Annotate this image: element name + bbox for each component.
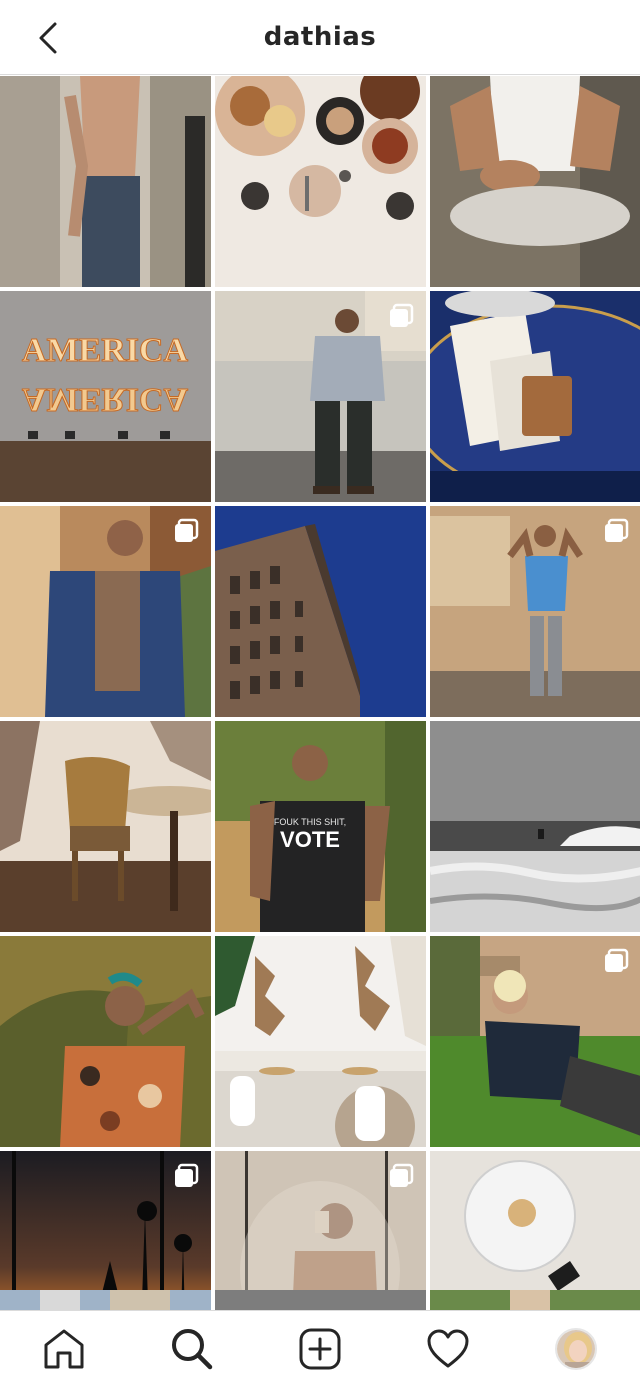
post-sunset-palms[interactable] — [0, 1151, 211, 1310]
post-rattan-chair[interactable] — [0, 721, 211, 932]
post-mirror-selfie[interactable] — [215, 1151, 426, 1310]
bottom-tab-bar — [0, 1310, 640, 1386]
profile-tab[interactable] — [544, 1317, 608, 1381]
search-tab[interactable] — [160, 1317, 224, 1381]
post-partial-1[interactable] — [0, 1290, 211, 1310]
post-image — [215, 506, 426, 717]
post-building-sky[interactable] — [215, 506, 426, 717]
post-image — [0, 721, 211, 932]
multiple-photos-icon — [605, 948, 629, 972]
post-image: AMERICA AMERICA — [0, 291, 211, 502]
top-bar: dathias — [0, 0, 640, 75]
multiple-photos-icon — [390, 303, 414, 327]
multiple-photos-icon — [390, 1163, 414, 1187]
post-shirtless-doorway[interactable] — [0, 76, 211, 287]
post-vote-shirt[interactable]: FOUK THIS SHIT, VOTE — [215, 721, 426, 932]
post-food-table[interactable] — [215, 76, 426, 287]
avatar — [555, 1327, 597, 1370]
home-icon — [44, 1329, 84, 1368]
post-image — [0, 76, 211, 287]
heart-icon — [427, 1329, 469, 1367]
neon-text-reflection: AMERICA — [22, 381, 189, 418]
back-button[interactable] — [30, 18, 66, 58]
chevron-left-icon — [39, 22, 57, 54]
post-surfer-ocean[interactable] — [430, 721, 640, 932]
shirt-text: VOTE — [280, 827, 340, 852]
post-white-interior[interactable] — [215, 936, 426, 1147]
post-image — [0, 936, 211, 1147]
post-glass-table-feet[interactable] — [430, 1151, 640, 1310]
multiple-photos-icon — [605, 518, 629, 542]
post-image — [215, 76, 426, 287]
post-image — [430, 721, 640, 932]
post-image — [0, 1290, 211, 1310]
post-image — [430, 76, 640, 287]
post-puffer-jacket[interactable] — [0, 506, 211, 717]
multiple-photos-icon — [175, 1163, 199, 1187]
shirt-text-top: FOUK THIS SHIT, — [274, 817, 346, 827]
multiple-photos-icon — [175, 518, 199, 542]
plus-square-icon — [299, 1328, 341, 1369]
post-image: FOUK THIS SHIT, VOTE — [215, 721, 426, 932]
page-title: dathias — [263, 22, 377, 52]
post-floral-shirt[interactable] — [0, 936, 211, 1147]
post-lying-grass[interactable] — [430, 936, 640, 1147]
post-partial-3[interactable] — [430, 1290, 640, 1310]
neon-text: AMERICA — [22, 332, 189, 369]
post-blue-table-wallet[interactable] — [430, 291, 640, 502]
post-image — [430, 291, 640, 502]
post-partial-2[interactable] — [215, 1290, 426, 1310]
post-grid: AMERICA AMERICA FOUK THIS SHIT, VOTE — [0, 76, 640, 1310]
post-america-neon[interactable]: AMERICA AMERICA — [0, 291, 211, 502]
post-image — [430, 1290, 640, 1310]
post-tank-top[interactable] — [430, 76, 640, 287]
post-image — [430, 1151, 640, 1310]
post-blue-tee-room[interactable] — [430, 506, 640, 717]
search-icon — [172, 1328, 213, 1369]
new-post-tab[interactable] — [288, 1317, 352, 1381]
home-tab[interactable] — [32, 1317, 96, 1381]
activity-tab[interactable] — [416, 1317, 480, 1381]
post-image — [215, 936, 426, 1147]
post-grey-sweater[interactable] — [215, 291, 426, 502]
post-image — [215, 1290, 426, 1310]
